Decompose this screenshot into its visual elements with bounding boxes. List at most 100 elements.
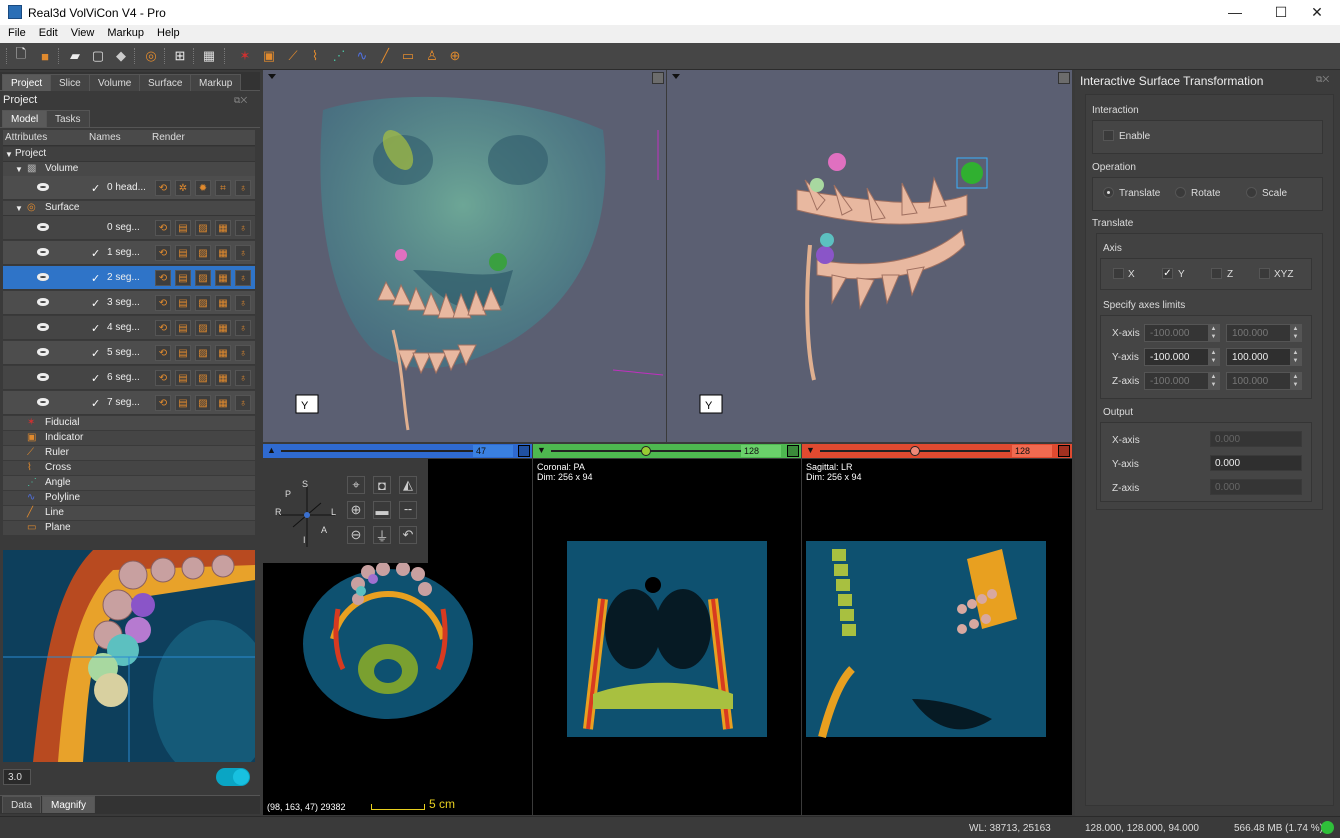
points-icon[interactable]: ▦ <box>215 270 231 286</box>
enable-checkbox[interactable] <box>1103 130 1114 141</box>
z-max-input[interactable]: 100.000 ▲ ▼ <box>1226 372 1302 390</box>
tab-slice[interactable]: Slice <box>50 74 90 91</box>
coronal-slice-value[interactable]: 128 <box>741 445 781 457</box>
render-mode-icon[interactable]: ⟲ <box>155 320 171 336</box>
dock-float-close-icon[interactable]: ⧉✕ <box>1316 74 1329 85</box>
header-names[interactable]: Names <box>89 132 121 143</box>
new-file-icon[interactable]: 🗋 <box>12 46 30 65</box>
crop-icon[interactable]: ⌗ <box>215 180 231 196</box>
light-bulb-icon[interactable]: ♁ <box>235 270 251 286</box>
tab-data[interactable]: Data <box>2 796 42 813</box>
indicator-tool-icon[interactable]: ▣ <box>260 47 278 65</box>
expand-arrow-icon[interactable]: ▼ <box>15 165 23 174</box>
magnify-toggle[interactable] <box>216 768 250 786</box>
axis-x-checkbox[interactable] <box>1113 268 1124 279</box>
visibility-eye-icon[interactable] <box>37 348 49 356</box>
sagittal-maximize-icon[interactable] <box>1058 445 1070 457</box>
light-bulb-icon[interactable]: ♁ <box>235 395 251 411</box>
wireframe-icon[interactable]: ▨ <box>195 220 211 236</box>
axial-menu-arrow-icon[interactable]: ▲ <box>267 445 276 455</box>
points-icon[interactable]: ▦ <box>215 395 231 411</box>
cross-tool-icon[interactable]: ⌇ <box>306 47 324 65</box>
undo-icon[interactable]: ↶ <box>399 526 417 544</box>
tab-markup[interactable]: Markup <box>190 74 242 91</box>
surface-fill-icon[interactable]: ▤ <box>175 245 191 261</box>
visible-checkbox[interactable]: ✓ <box>91 297 100 310</box>
surface-row[interactable]: 0 seg... ⟲ ▤ ▨ ▦ ♁ <box>3 216 255 240</box>
markup-cross[interactable]: ⌇ Cross <box>3 461 255 476</box>
tree-volume-group[interactable]: ▼ ▩ Volume <box>3 162 255 177</box>
markup-polyline[interactable]: ∿ Polyline <box>3 491 255 506</box>
wireframe-icon[interactable]: ▨ <box>195 320 211 336</box>
dock-float-close-icon[interactable]: ⧉✕ <box>234 95 247 106</box>
window-level-icon[interactable]: ▬ <box>373 501 391 519</box>
points-icon[interactable]: ▦ <box>215 370 231 386</box>
surface-fill-icon[interactable]: ▤ <box>175 320 191 336</box>
light-bulb-icon[interactable]: ♁ <box>235 180 251 196</box>
markup-line[interactable]: ╱ Line <box>3 506 255 521</box>
box-icon[interactable]: ▢ <box>89 47 107 65</box>
surface-row[interactable]: ✓ 7 seg... ⟲ ▤ ▨ ▦ ♁ <box>3 391 255 415</box>
tab-volume[interactable]: Volume <box>89 74 141 91</box>
axial-slice-view[interactable]: S P R L A I ⌖ ◘ ◭ ⊕ ▬ ╌ ⊖ ⏚ ↶ (98, 163, … <box>263 459 532 815</box>
visible-checkbox[interactable]: ✓ <box>91 247 100 260</box>
axis-xyz-label[interactable]: XYZ <box>1274 269 1293 280</box>
sagittal-menu-arrow-icon[interactable]: ▼ <box>806 445 815 455</box>
visible-checkbox[interactable]: ✓ <box>91 397 100 410</box>
tab-surface[interactable]: Surface <box>139 74 192 91</box>
coronal-slice-view[interactable]: Coronal: PA Dim: 256 x 94 <box>533 459 801 815</box>
surface-row[interactable]: ✓ 6 seg... ⟲ ▤ ▨ ▦ ♁ <box>3 366 255 390</box>
cube-icon[interactable]: ◆ <box>112 47 130 65</box>
menu-markup[interactable]: Markup <box>99 25 149 39</box>
header-attributes[interactable]: Attributes <box>5 132 47 143</box>
menu-view[interactable]: View <box>63 25 100 39</box>
z-min-input[interactable]: -100.000 ▲ ▼ <box>1144 372 1220 390</box>
view-menu-arrow-icon[interactable] <box>268 74 276 79</box>
light-bulb-icon[interactable]: ♁ <box>235 245 251 261</box>
surface-fill-icon[interactable]: ▤ <box>175 370 191 386</box>
surface-fill-icon[interactable]: ▤ <box>175 295 191 311</box>
rotate-label[interactable]: Rotate <box>1191 188 1220 199</box>
grid-icon[interactable]: ▦ <box>200 47 218 65</box>
expand-arrow-icon[interactable]: ▼ <box>15 204 23 213</box>
surface-row[interactable]: ✓ 1 seg... ⟲ ▤ ▨ ▦ ♁ <box>3 241 255 265</box>
angle-tool-icon[interactable]: ⋰ <box>330 47 348 65</box>
markup-angle[interactable]: ⋰ Angle <box>3 476 255 491</box>
sagittal-slice-value[interactable]: 128 <box>1012 445 1052 457</box>
axial-slider-bar[interactable]: ▲ 47 <box>263 444 532 458</box>
menu-file[interactable]: File <box>0 25 31 39</box>
y-min-input[interactable]: -100.000 ▲ ▼ <box>1144 348 1220 366</box>
light-bulb-icon[interactable]: ♁ <box>235 370 251 386</box>
crosshair-icon[interactable]: ⌖ <box>347 476 365 494</box>
visible-checkbox[interactable]: ✓ <box>91 272 100 285</box>
visibility-eye-icon[interactable] <box>37 273 49 281</box>
points-icon[interactable]: ▦ <box>215 320 231 336</box>
markup-fiducial[interactable]: ✶ Fiducial <box>3 416 255 431</box>
sagittal-slice-view[interactable]: Sagittal: LR Dim: 256 x 94 <box>802 459 1072 815</box>
polyline-tool-icon[interactable]: ∿ <box>353 47 371 65</box>
axis-z-checkbox[interactable] <box>1211 268 1222 279</box>
magnify-view[interactable] <box>3 550 255 762</box>
surface-fill-icon[interactable]: ▤ <box>175 270 191 286</box>
3d-view-surface[interactable]: Y <box>667 70 1072 442</box>
render-mode-icon[interactable]: ⟲ <box>155 245 171 261</box>
visibility-eye-icon[interactable] <box>37 323 49 331</box>
axial-slice-value[interactable]: 47 <box>473 445 513 457</box>
visibility-eye-icon[interactable] <box>37 298 49 306</box>
visibility-eye-icon[interactable] <box>37 248 49 256</box>
x-max-input[interactable]: 100.000 ▲ ▼ <box>1226 324 1302 342</box>
render-mode-icon[interactable]: ⟲ <box>155 295 171 311</box>
render-mode-icon[interactable]: ⟲ <box>155 345 171 361</box>
surface-row[interactable]: ✓ 4 seg... ⟲ ▤ ▨ ▦ ♁ <box>3 316 255 340</box>
view-menu-arrow-icon[interactable] <box>672 74 680 79</box>
header-render[interactable]: Render <box>152 132 185 143</box>
axis-z-label[interactable]: Z <box>1227 269 1233 280</box>
sagittal-slider-bar[interactable]: ▼ 128 <box>802 444 1072 458</box>
3d-view-volume[interactable]: Y <box>263 70 666 442</box>
visible-checkbox[interactable]: ✓ <box>91 182 100 195</box>
enable-label[interactable]: Enable <box>1119 131 1150 142</box>
maximize-view-icon[interactable] <box>652 72 664 84</box>
axis-x-label[interactable]: X <box>1128 269 1135 280</box>
close-button[interactable]: ✕ <box>1294 2 1340 22</box>
plane-tool-icon[interactable]: ▭ <box>399 47 417 65</box>
